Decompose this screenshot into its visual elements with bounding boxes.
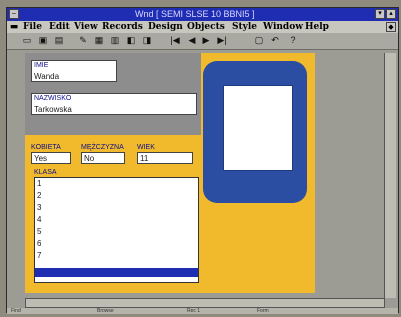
minimize-button[interactable]: ▾ bbox=[375, 9, 385, 19]
menu-view[interactable]: View bbox=[74, 22, 98, 32]
query-icon[interactable]: ◧ bbox=[125, 35, 137, 46]
status-bar: Find Browse Rec 1 Form bbox=[7, 308, 398, 314]
first-name-label: IMIE bbox=[34, 62, 49, 69]
photo-frame bbox=[203, 61, 307, 203]
male-value: No bbox=[84, 154, 95, 163]
next-record-button[interactable]: ▶ bbox=[200, 35, 212, 46]
doc-control-menu[interactable]: ▬ bbox=[9, 22, 19, 32]
status-right: Form bbox=[257, 308, 269, 314]
female-value: Yes bbox=[34, 154, 48, 163]
list-item[interactable]: 6 bbox=[37, 238, 41, 250]
list-item[interactable]: 3 bbox=[37, 202, 41, 214]
menu-bar: ▬ File Edit View Records Design Objects … bbox=[7, 21, 398, 33]
doc-restore-button[interactable]: ◆ bbox=[386, 22, 396, 32]
system-menu-button[interactable]: – bbox=[9, 9, 19, 19]
first-record-button[interactable]: |◀ bbox=[167, 35, 183, 46]
age-value: 11 bbox=[140, 154, 149, 163]
table-icon[interactable]: ▥ bbox=[109, 35, 121, 46]
undo-icon[interactable]: ↶ bbox=[269, 35, 281, 46]
menu-design[interactable]: Design bbox=[148, 22, 183, 32]
class-listbox[interactable]: 1 2 3 4 5 6 7 bbox=[34, 177, 199, 283]
selected-list-item[interactable] bbox=[35, 268, 198, 277]
print-icon[interactable]: ▤ bbox=[53, 35, 65, 46]
class-label: KLASA bbox=[34, 169, 57, 176]
menu-edit[interactable]: Edit bbox=[49, 22, 70, 32]
last-name-label: NAZWISKO bbox=[34, 95, 72, 102]
list-item[interactable]: 2 bbox=[37, 190, 41, 202]
record-form: IMIE Wanda NAZWISKO Tarkowska KOBIETA Ye… bbox=[25, 53, 315, 293]
browse-icon[interactable]: ▦ bbox=[93, 35, 105, 46]
list-item[interactable]: 5 bbox=[37, 226, 41, 238]
male-label: MĘŻCZYZNA bbox=[81, 144, 124, 151]
status-left: Find bbox=[11, 308, 21, 314]
list-item[interactable]: 7 bbox=[37, 250, 41, 262]
menu-window[interactable]: Window bbox=[263, 22, 303, 32]
first-name-field[interactable]: IMIE Wanda bbox=[31, 60, 117, 82]
status-mode: Browse bbox=[97, 308, 114, 314]
status-record: Rec 1 bbox=[187, 308, 201, 314]
first-name-value: Wanda bbox=[34, 72, 60, 81]
horizontal-scrollbar[interactable] bbox=[25, 298, 385, 308]
window-title: Wnd [ SEMI SLSE 10 BBNI5 ] bbox=[135, 9, 255, 19]
new-record-icon[interactable]: ▢ bbox=[253, 35, 265, 46]
list-item[interactable]: 1 bbox=[37, 178, 41, 190]
toolbar: ▭ ▣ ▤ ✎ ▦ ▥ ◧ ◨ |◀ ◀ ▶ ▶| ▢ ↶ ? bbox=[7, 33, 398, 50]
previous-record-button[interactable]: ◀ bbox=[186, 35, 198, 46]
age-field[interactable]: 11 bbox=[137, 152, 193, 164]
menu-objects[interactable]: Objects bbox=[187, 22, 225, 32]
photo-field[interactable] bbox=[223, 85, 293, 171]
title-bar: – Wnd [ SEMI SLSE 10 BBNI5 ] ▾ ▴ bbox=[7, 8, 398, 21]
open-icon[interactable]: ▭ bbox=[21, 35, 33, 46]
female-field[interactable]: Yes bbox=[31, 152, 71, 164]
menu-records[interactable]: Records bbox=[102, 22, 143, 32]
menu-help[interactable]: Help bbox=[305, 22, 329, 32]
maximize-button[interactable]: ▴ bbox=[386, 9, 396, 19]
female-label: KOBIETA bbox=[31, 144, 61, 151]
design-icon[interactable]: ✎ bbox=[77, 35, 89, 46]
last-name-field[interactable]: NAZWISKO Tarkowska bbox=[31, 93, 197, 115]
app-window: – Wnd [ SEMI SLSE 10 BBNI5 ] ▾ ▴ ▬ File … bbox=[6, 7, 399, 314]
last-record-button[interactable]: ▶| bbox=[214, 35, 230, 46]
male-field[interactable]: No bbox=[81, 152, 125, 164]
menu-style[interactable]: Style bbox=[232, 22, 257, 32]
sort-icon[interactable]: ◨ bbox=[141, 35, 153, 46]
save-icon[interactable]: ▣ bbox=[37, 35, 49, 46]
list-item[interactable]: 4 bbox=[37, 214, 41, 226]
help-icon[interactable]: ? bbox=[287, 35, 299, 46]
age-label: WIEK bbox=[137, 144, 155, 151]
last-name-value: Tarkowska bbox=[34, 105, 72, 114]
vertical-scrollbar[interactable] bbox=[384, 53, 396, 298]
menu-file[interactable]: File bbox=[23, 22, 42, 32]
